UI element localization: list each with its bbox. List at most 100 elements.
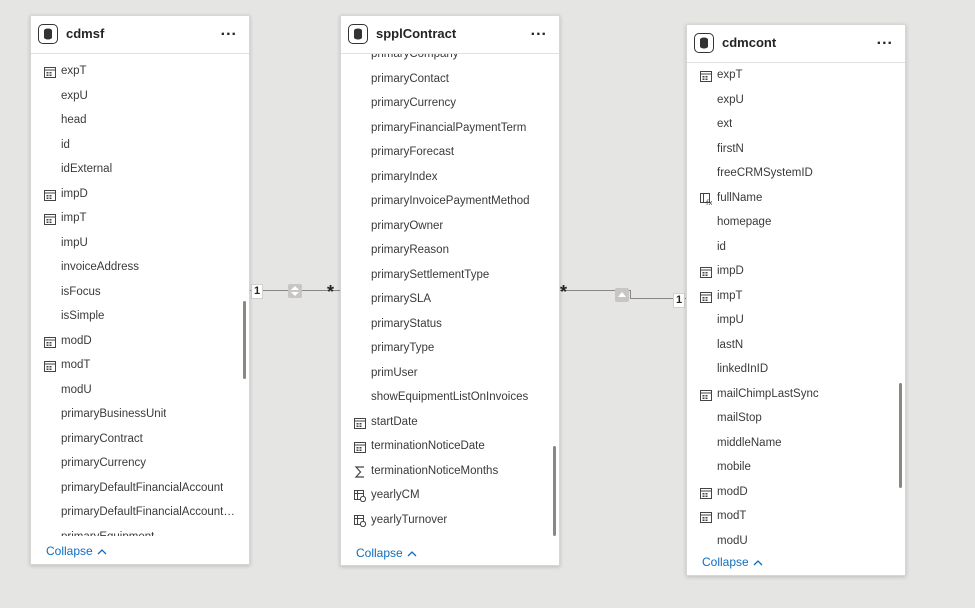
field-row[interactable]: expU [31, 84, 249, 109]
field-row[interactable]: impT [31, 206, 249, 231]
field-row[interactable]: primarySLA [341, 287, 559, 312]
field-row[interactable]: primaryFinancialPaymentTerm [341, 116, 559, 141]
field-row[interactable]: terminationNoticeMonths [341, 459, 559, 484]
field-row[interactable]: modT [687, 504, 905, 529]
field-row[interactable]: primaryEquipment [31, 525, 249, 537]
field-row[interactable]: impD [687, 259, 905, 284]
field-row[interactable]: primaryBusinessUnit [31, 402, 249, 427]
field-list[interactable]: expT expU head id idExternal impD impT impU invo… [31, 54, 249, 536]
field-row[interactable]: primaryDefaultFinancialAccount [31, 476, 249, 501]
field-row[interactable]: primaryContract [31, 427, 249, 452]
field-row[interactable]: primarySettlementType [341, 263, 559, 288]
field-list[interactable]: primaryCompany primaryContact primaryCurre… [341, 54, 559, 539]
calendar-icon [354, 441, 366, 453]
collapse-label: Collapse [356, 546, 403, 560]
field-row[interactable]: primaryDefaultFinancialAccountS... [31, 500, 249, 525]
calendar-icon [700, 511, 712, 523]
field-row[interactable]: invoiceAddress [31, 255, 249, 280]
field-row[interactable]: mailChimpLastSync [687, 382, 905, 407]
field-row[interactable]: modD [687, 480, 905, 505]
field-row[interactable]: primUser [341, 361, 559, 386]
field-row[interactable]: lastN [687, 333, 905, 358]
scrollbar-thumb[interactable] [243, 301, 246, 379]
calendar-icon [700, 266, 712, 278]
more-options-button[interactable]: ... [877, 31, 893, 49]
field-row[interactable]: ext [687, 112, 905, 137]
field-row[interactable]: freeCRMSystemID [687, 161, 905, 186]
scrollbar-thumb[interactable] [553, 446, 556, 536]
field-row[interactable]: primaryOwner [341, 214, 559, 239]
collapse-button[interactable]: Collapse [46, 544, 107, 558]
field-label: impD [717, 265, 744, 277]
single-filter-icon[interactable] [615, 288, 629, 302]
field-row[interactable]: yearlyTurnover [341, 508, 559, 533]
field-row[interactable]: mobile [687, 455, 905, 480]
field-row[interactable]: modT [31, 353, 249, 378]
field-row[interactable]: expT [31, 59, 249, 84]
field-row[interactable]: homepage [687, 210, 905, 235]
collapse-label: Collapse [702, 555, 749, 569]
field-row[interactable]: isFocus [31, 280, 249, 305]
field-row[interactable]: showEquipmentListOnInvoices [341, 385, 559, 410]
calendar-icon [700, 487, 712, 499]
field-row[interactable]: idExternal [31, 157, 249, 182]
field-label: primaryForecast [371, 146, 455, 158]
collapse-button[interactable]: Collapse [356, 546, 417, 560]
field-label: modU [717, 534, 748, 547]
field-row[interactable]: mailStop [687, 406, 905, 431]
field-row[interactable]: primaryInvoicePaymentMethod [341, 189, 559, 214]
collapse-button[interactable]: Collapse [702, 555, 763, 569]
field-row[interactable]: fx fullName [687, 186, 905, 211]
table-header: spplContract ... [341, 16, 559, 54]
field-row[interactable]: impT [687, 284, 905, 309]
database-icon [348, 24, 368, 44]
field-row[interactable]: expU [687, 88, 905, 113]
field-row[interactable]: yearlyCM [341, 483, 559, 508]
field-row[interactable]: id [31, 133, 249, 158]
field-row[interactable]: primaryCurrency [31, 451, 249, 476]
field-label: yearlyCM [371, 489, 420, 501]
field-row[interactable]: modU [31, 378, 249, 403]
field-row[interactable]: startDate [341, 410, 559, 435]
field-row[interactable]: primaryType [341, 336, 559, 361]
field-label: mailStop [717, 412, 762, 424]
calendar-icon [700, 70, 712, 82]
field-row[interactable]: expT [687, 63, 905, 88]
field-row[interactable]: modU [687, 529, 905, 549]
field-label: modU [61, 383, 92, 396]
field-row[interactable]: isSimple [31, 304, 249, 329]
field-row[interactable]: primaryContact [341, 67, 559, 92]
field-label: primaryInvoicePaymentMethod [371, 195, 530, 207]
field-row[interactable]: id [687, 235, 905, 260]
scrollbar-thumb[interactable] [899, 383, 902, 488]
field-row[interactable]: primaryIndex [341, 165, 559, 190]
field-row[interactable]: primaryCurrency [341, 91, 559, 116]
field-label: expT [61, 65, 87, 77]
field-list[interactable]: expT expU ext firstN freeCRMSystemID fx fullNa… [687, 63, 905, 548]
more-options-button[interactable]: ... [531, 22, 547, 40]
field-row[interactable]: impU [31, 231, 249, 256]
field-row[interactable]: terminationNoticeDate [341, 434, 559, 459]
field-row[interactable]: primaryReason [341, 238, 559, 263]
table-card-spplcontract[interactable]: spplContract ... primaryCompany primaryCo… [340, 15, 560, 566]
field-row[interactable]: head [31, 108, 249, 133]
table-card-cdmcont[interactable]: cdmcont ... expT expU ext firstN freeCRMSyst… [686, 24, 906, 576]
field-row[interactable]: primaryForecast [341, 140, 559, 165]
field-label: freeCRMSystemID [717, 167, 813, 179]
bidirectional-filter-icon[interactable] [288, 284, 302, 298]
field-row[interactable]: linkedInID [687, 357, 905, 382]
table-card-cdmsf[interactable]: cdmsf ... expT expU head id idExternal impD im… [30, 15, 250, 565]
field-row[interactable]: firstN [687, 137, 905, 162]
field-row[interactable]: impU [687, 308, 905, 333]
cardinality-one-label: 1 [673, 293, 686, 308]
field-label: mailChimpLastSync [717, 387, 819, 400]
field-label: isSimple [61, 310, 105, 322]
field-row[interactable]: impD [31, 182, 249, 207]
field-label: middleName [717, 436, 782, 449]
field-row[interactable]: primaryCompany [341, 54, 559, 67]
more-options-button[interactable]: ... [221, 22, 237, 40]
field-row[interactable]: middleName [687, 431, 905, 456]
field-label: ext [717, 118, 733, 130]
field-row[interactable]: primaryStatus [341, 312, 559, 337]
field-row[interactable]: modD [31, 329, 249, 354]
